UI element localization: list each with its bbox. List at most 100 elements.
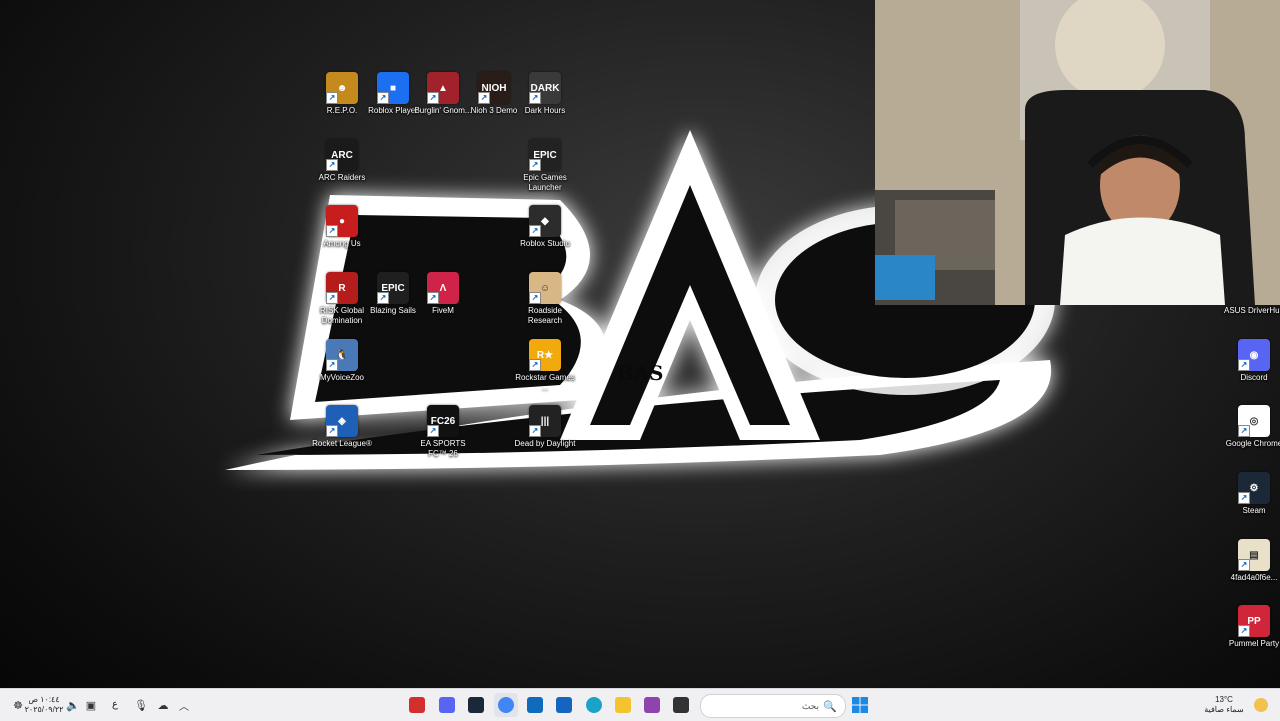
epic-games-launcher-icon: EPIC ↗: [529, 139, 561, 171]
icon-glyph: ■: [389, 82, 397, 94]
image-file-icon: ▤ ↗: [1238, 539, 1270, 571]
weather-moon-icon[interactable]: [1250, 693, 1272, 717]
desktop-icon-fivem[interactable]: Λ ↗ FiveM: [410, 272, 476, 316]
chevron-up-icon[interactable]: ︿: [176, 693, 192, 717]
icon-glyph: ⚙: [1249, 482, 1259, 494]
terminal-icon: [669, 693, 693, 717]
desktop-icon-label: Epic Games Launcher: [523, 173, 567, 192]
clock-date: ٢٠٢٥/٠٩/٢٢: [24, 705, 64, 714]
desktop-icon-label: Discord: [1240, 373, 1268, 382]
roadside-research-icon: ☺ ↗: [529, 272, 561, 304]
icon-glyph: ●: [338, 215, 346, 227]
microphone-icon[interactable]: 🎙: [132, 693, 150, 717]
icon-glyph: ◎: [1249, 415, 1259, 427]
desktop-icon-label: Steam: [1242, 506, 1266, 515]
desktop-icon-steam[interactable]: ⚙ ↗ Steam: [1221, 472, 1280, 516]
shortcut-arrow-icon: ↗: [326, 159, 338, 171]
burglin-gnomes-icon: ▲ ↗: [427, 72, 459, 104]
edge-button[interactable]: [582, 693, 606, 717]
store-button[interactable]: [552, 693, 576, 717]
dark-hours-icon: DARK ↗: [529, 72, 561, 104]
shortcut-arrow-icon: ↗: [427, 292, 439, 304]
shortcut-arrow-icon: ↗: [529, 425, 541, 437]
desktop-icon-label: Dark Hours: [524, 106, 566, 115]
search-placeholder: بحث: [801, 700, 819, 711]
pummel-party-icon: PP ↗: [1238, 605, 1270, 637]
desktop-icon-google-chrome[interactable]: ◎ ↗ Google Chrome: [1221, 405, 1280, 449]
ea-sports-fc-icon: FC26 ↗: [427, 405, 459, 437]
desktop-icon-dark-hours[interactable]: DARK ↗ Dark Hours: [512, 72, 578, 116]
icon-glyph: ◆: [541, 215, 549, 227]
fivem-icon: Λ ↗: [427, 272, 459, 304]
desktop-icon-epic-games-launcher[interactable]: EPIC ↗ Epic Games Launcher: [512, 139, 578, 193]
shortcut-arrow-icon: ↗: [1238, 359, 1250, 371]
wallpaper-logo-text: BAS: [617, 361, 664, 385]
desktop-icon-label: Roadside Research: [527, 306, 563, 325]
start-button[interactable]: [849, 693, 871, 717]
shortcut-arrow-icon: ↗: [529, 92, 541, 104]
desktop-icon-label: Rocket League®: [312, 439, 372, 448]
app-red-button[interactable]: [405, 693, 429, 717]
desktop-icon-rocket-league[interactable]: ◈ ↗ Rocket League®: [309, 405, 375, 449]
shortcut-arrow-icon: ↗: [377, 92, 389, 104]
desktop-icon-roblox-studio[interactable]: ◆ ↗ Roblox Studio: [512, 205, 578, 249]
file-explorer-icon: [611, 693, 635, 717]
desktop-icon-myvoicezoo[interactable]: 🐧 ↗ MyVoiceZoo: [309, 339, 375, 383]
desktop-icon-dead-by-daylight[interactable]: ||| ↗ Dead by Daylight: [512, 405, 578, 449]
desktop-icon-label: Pummel Party: [1228, 639, 1280, 648]
desktop-icon-arc-raiders[interactable]: ARC ↗ ARC Raiders: [309, 139, 375, 183]
among-us-icon: ● ↗: [326, 205, 358, 237]
terminal-button[interactable]: [669, 693, 693, 717]
desktop-icon-discord[interactable]: ◉ ↗ Discord: [1221, 339, 1280, 383]
desktop-icon-label: ARC Raiders: [318, 173, 366, 182]
desktop-icon-label: MyVoiceZoo: [319, 373, 365, 382]
shortcut-arrow-icon: ↗: [377, 292, 389, 304]
desktop-icon-label: Among Us: [323, 239, 361, 248]
weather-desc: سماء صافية: [1204, 705, 1244, 714]
copilot-button[interactable]: [640, 693, 664, 717]
store-icon: [552, 693, 576, 717]
network-icon[interactable]: ▣: [82, 693, 100, 717]
discord-taskbar-button[interactable]: [435, 693, 459, 717]
icon-glyph: Λ: [439, 282, 447, 294]
cloud-offline-icon[interactable]: ☁: [154, 693, 172, 717]
outlook-icon: [523, 693, 547, 717]
shortcut-arrow-icon: ↗: [326, 225, 338, 237]
blazing-sails-icon: EPIC ↗: [377, 272, 409, 304]
roblox-studio-icon: ◆ ↗: [529, 205, 561, 237]
outlook-button[interactable]: [523, 693, 547, 717]
language-indicator[interactable]: ع: [106, 693, 124, 717]
search-icon: 🔍: [823, 700, 837, 713]
desktop-icon-among-us[interactable]: ● ↗ Among Us: [309, 205, 375, 249]
google-chrome-icon: ◎ ↗: [1238, 405, 1270, 437]
shortcut-arrow-icon: ↗: [326, 292, 338, 304]
clock[interactable]: ١٠:٤٤ ص ٢٠٢٥/٠٩/٢٢: [24, 693, 64, 717]
steam-taskbar-button[interactable]: [464, 693, 488, 717]
desktop-icon-pummel-party[interactable]: PP ↗ Pummel Party: [1221, 605, 1280, 649]
desktop-icon-label: Rockstar Games ...: [515, 373, 575, 392]
icon-glyph: ☻: [336, 82, 348, 94]
desktop-icon-image-file[interactable]: ▤ ↗ 4fad4a0f6e...: [1221, 539, 1280, 583]
file-explorer-button[interactable]: [611, 693, 635, 717]
shortcut-arrow-icon: ↗: [1238, 625, 1250, 637]
icon-glyph: ▲: [438, 82, 448, 94]
steam-taskbar-icon: [464, 693, 488, 717]
desktop-icon-roadside-research[interactable]: ☺ ↗ Roadside Research: [512, 272, 578, 326]
desktop-icon-ea-sports-fc[interactable]: FC26 ↗ EA SPORTS FC™ 26: [410, 405, 476, 459]
shortcut-arrow-icon: ↗: [1238, 559, 1250, 571]
shortcut-arrow-icon: ↗: [529, 225, 541, 237]
weather-widget[interactable]: 13°C سماء صافية: [1198, 693, 1250, 717]
icon-glyph: R: [338, 282, 346, 294]
shortcut-arrow-icon: ↗: [326, 92, 338, 104]
desktop-icon-rockstar-games[interactable]: R★ ↗ Rockstar Games ...: [512, 339, 578, 393]
icon-glyph: ◈: [338, 415, 346, 427]
chrome-taskbar-icon: [494, 693, 518, 717]
icon-glyph: ☺: [539, 282, 551, 294]
nioh-3-demo-icon: NIOH ↗: [478, 72, 510, 104]
shortcut-arrow-icon: ↗: [427, 425, 439, 437]
search-box[interactable]: 🔍 بحث: [700, 694, 846, 718]
webcam-person-image: [875, 0, 1280, 305]
volume-icon[interactable]: 🔈: [64, 693, 82, 717]
icon-glyph: |||: [540, 415, 550, 427]
chrome-taskbar-button[interactable]: [494, 693, 518, 717]
